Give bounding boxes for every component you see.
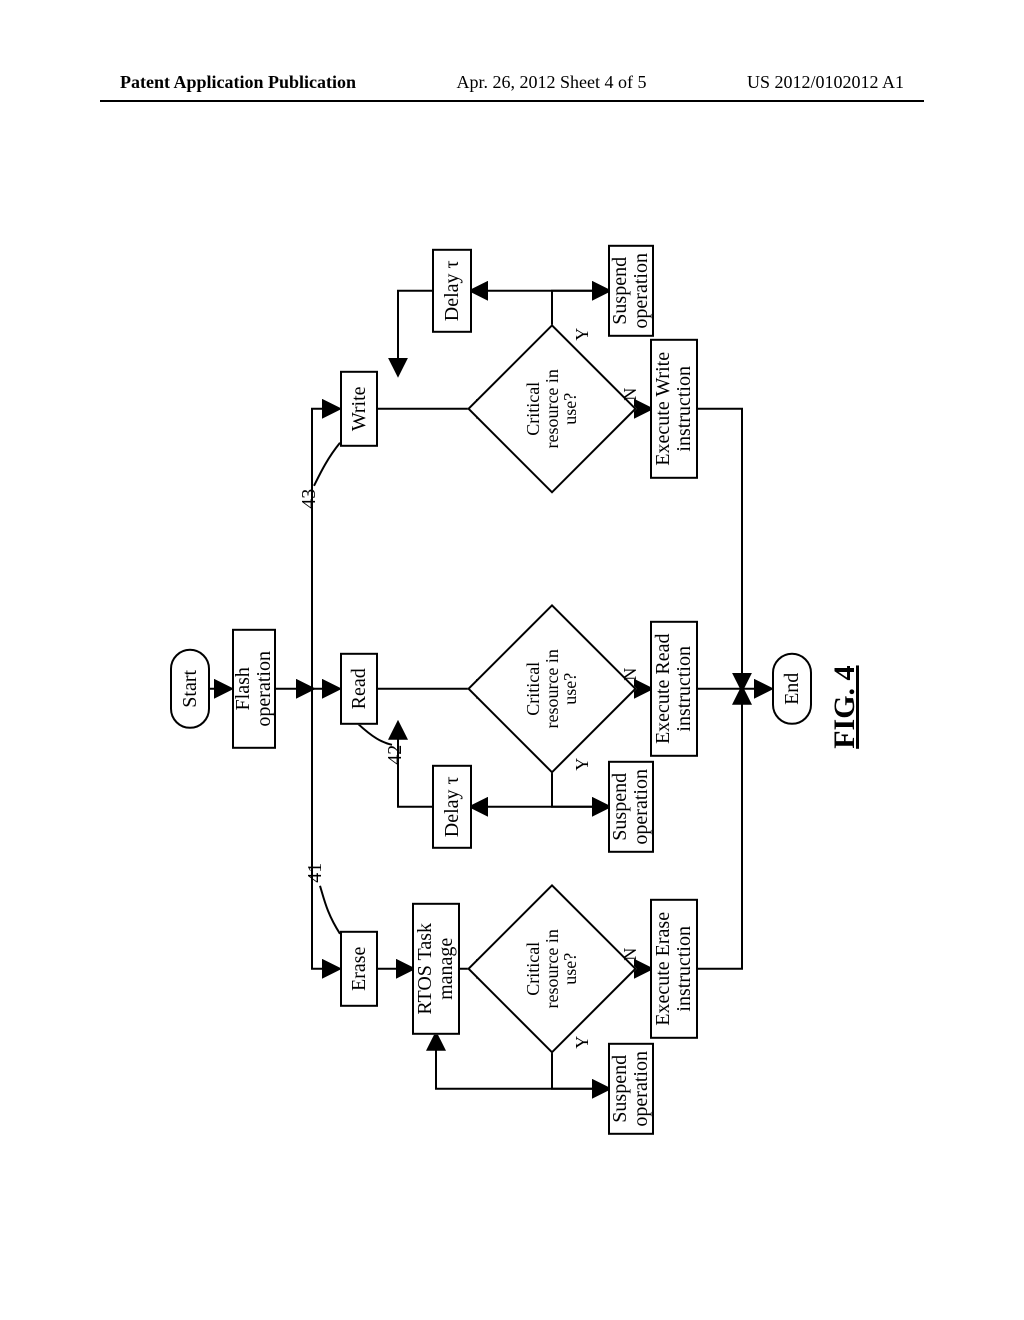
ref-42: 42 bbox=[384, 745, 407, 765]
end-node: End bbox=[772, 653, 812, 725]
write-n: N bbox=[620, 388, 641, 401]
erase-decision-text: Critical resource in use? bbox=[492, 909, 612, 1029]
delay-write: Delay τ bbox=[432, 249, 472, 333]
write-y: Y bbox=[572, 328, 593, 341]
read-y: Y bbox=[572, 758, 593, 771]
page-header: Patent Application Publication Apr. 26, … bbox=[0, 72, 1024, 93]
erase-decision: Critical resource in use? bbox=[492, 909, 612, 1029]
ref-41: 41 bbox=[304, 863, 327, 883]
erase-node: Erase bbox=[340, 931, 378, 1007]
suspend-erase: Suspend operation bbox=[608, 1043, 654, 1135]
write-node: Write bbox=[340, 371, 378, 447]
exec-write: Execute Write instruction bbox=[650, 339, 698, 479]
suspend-read: Suspend operation bbox=[608, 761, 654, 853]
page: Patent Application Publication Apr. 26, … bbox=[0, 0, 1024, 1320]
exec-read: Execute Read instruction bbox=[650, 621, 698, 757]
header-mid: Apr. 26, 2012 Sheet 4 of 5 bbox=[457, 72, 647, 93]
write-decision: Critical resource in use? bbox=[492, 349, 612, 469]
start-node: Start bbox=[170, 649, 210, 729]
write-decision-text: Critical resource in use? bbox=[492, 349, 612, 469]
flowchart: Start Flash operation Erase Read Write 4… bbox=[152, 209, 872, 1169]
read-decision: Critical resource in use? bbox=[492, 629, 612, 749]
read-node: Read bbox=[340, 653, 378, 725]
exec-erase: Execute Erase instruction bbox=[650, 899, 698, 1039]
ref-43: 43 bbox=[298, 489, 321, 509]
read-n: N bbox=[620, 668, 641, 681]
erase-y: Y bbox=[572, 1036, 593, 1049]
flash-operation-node: Flash operation bbox=[232, 629, 276, 749]
rtos-node: RTOS Task manage bbox=[412, 903, 460, 1035]
delay-read: Delay τ bbox=[432, 765, 472, 849]
header-rule bbox=[100, 100, 924, 102]
erase-n: N bbox=[620, 948, 641, 961]
header-right: US 2012/0102012 A1 bbox=[747, 72, 904, 93]
figure-rotator: Start Flash operation Erase Read Write 4… bbox=[152, 209, 872, 1169]
read-decision-text: Critical resource in use? bbox=[492, 629, 612, 749]
suspend-write: Suspend operation bbox=[608, 245, 654, 337]
header-left: Patent Application Publication bbox=[120, 72, 356, 93]
figure-label: FIG. 4 bbox=[828, 665, 862, 748]
